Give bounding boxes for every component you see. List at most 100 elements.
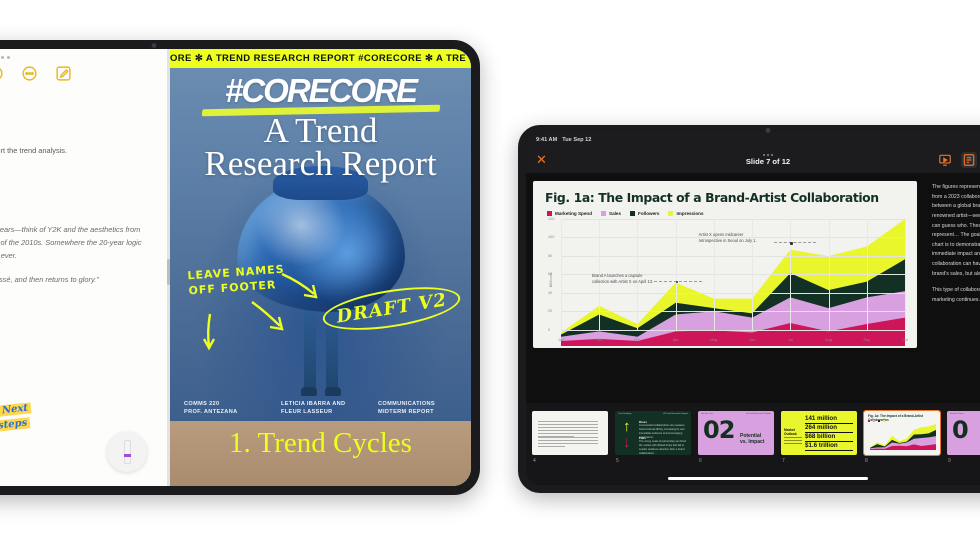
chart-annotation: Artist X opens midcareer retrospective i… — [698, 232, 757, 244]
ipad-keynote-screen: 9:41 AM Tue Sep 12 ✕ Slide 7 of 12 Fig. … — [526, 133, 980, 485]
magazine-title-line-2: Research Report — [204, 143, 437, 183]
slide-thumbnail[interactable] — [532, 411, 608, 455]
gridline — [561, 311, 905, 313]
thumbnail-cell[interactable]: Section Three 0 9 — [947, 411, 980, 464]
ipad-notes-screen: Presentation Notes Include concrete evid… — [0, 49, 471, 486]
pane-grabber[interactable] — [0, 49, 167, 61]
slide-thumbnail[interactable]: Section Three 0 — [947, 411, 980, 455]
highlighted-word: steps — [0, 417, 31, 432]
gridline — [561, 292, 905, 294]
magazine-layout-pane[interactable]: ORE ✻ A TREND RESEARCH REPORT #CORECORE … — [170, 49, 471, 486]
gridline-vertical — [675, 218, 677, 330]
annotation-leader-line — [774, 242, 816, 243]
gridline — [561, 329, 905, 331]
slide-thumbnail[interactable]: Market Outlook 141 million 264 million $6… — [781, 411, 857, 455]
markup-icon[interactable] — [0, 65, 4, 82]
legend-label: Sales — [609, 210, 622, 216]
highlighted-word: Next — [0, 402, 32, 417]
keynote-body: Fig. 1a: The Impact of a Brand-Artist Co… — [526, 173, 980, 403]
legend-item: Sales — [601, 210, 622, 216]
x-axis-tick: Feb — [595, 337, 603, 342]
arrow-up-icon: ↑ — [623, 418, 631, 435]
thumbnail-number: 5 — [616, 458, 619, 464]
x-axis-tick: Sep — [863, 337, 871, 342]
thumbnail-cell[interactable]: Core Findings A Trend Research Report ↑ ↓… — [615, 411, 691, 464]
legend-swatch — [547, 210, 552, 216]
current-slide: Fig. 1a: The Impact of a Brand-Artist Co… — [533, 181, 917, 348]
more-icon[interactable] — [21, 65, 38, 82]
legend-swatch — [601, 210, 607, 216]
y-axis-tick: 120 — [548, 216, 555, 221]
thumbnail-number: 8 — [865, 458, 868, 464]
arrow-icon — [251, 301, 284, 331]
x-axis-tick: Aug — [825, 337, 832, 342]
legend-item: Followers — [630, 210, 660, 216]
legend-label: Followers — [638, 210, 660, 216]
legend-item: Impressions — [668, 210, 704, 216]
note-question: Should we add next steps below? — [0, 298, 151, 312]
ipad-keynote-device: 9:41 AM Tue Sep 12 ✕ Slide 7 of 12 Fig. … — [518, 125, 980, 493]
slide-thumbnail[interactable]: Core Findings A Trend Research Report ↑ ↓… — [615, 411, 691, 455]
thumb-stat: $1.6 trillion — [805, 442, 853, 451]
annotation-marker — [790, 242, 793, 245]
status-time: 9:41 AM — [536, 136, 558, 143]
y-axis-tick: 80 — [548, 253, 553, 258]
y-axis-tick: 20 — [548, 309, 553, 314]
thumbnail-number: 6 — [699, 458, 702, 464]
note-paragraph: Include concrete evidence gathered to su… — [0, 146, 68, 155]
screenshot-stage: Presentation Notes Include concrete evid… — [0, 0, 980, 550]
chapter-title: 1. Trend Cycles — [229, 427, 412, 459]
front-camera — [765, 128, 771, 133]
compose-icon[interactable] — [55, 65, 72, 82]
thumb-header-left: Core Findings — [618, 413, 632, 415]
magazine-chapter-band: 1. Trend Cycles — [170, 421, 471, 486]
footer-course: COMMS 220 PROF. ANTEZANA — [184, 400, 238, 415]
legend-swatch — [630, 210, 636, 216]
legend-swatch — [668, 210, 674, 216]
thumb-big-number: 0 — [952, 416, 969, 444]
thumb-big-number: 02 — [703, 416, 735, 444]
footer-report: COMMUNICATIONS MIDTERM REPORT — [378, 400, 435, 415]
thumbnail-number: 9 — [948, 458, 951, 464]
magazine-cover: #CORECORE A Trend Research Report LEAVE … — [170, 68, 471, 421]
slide-thumbnail[interactable]: Section Two A Trend Research Report 02 Po… — [698, 411, 774, 455]
thumb-legend — [868, 420, 885, 422]
notes-toolbar — [0, 61, 167, 90]
y-axis-tick: 100 — [548, 235, 555, 240]
gridline-vertical — [905, 218, 906, 330]
slide-navigator[interactable]: 4 Core Findings A Trend Research Report ↑… — [526, 403, 980, 485]
more-dots-icon[interactable] — [526, 153, 980, 156]
thumb-stat: 141 million — [805, 415, 853, 424]
navigator-scrollbar[interactable] — [668, 477, 868, 480]
toolbar-actions — [938, 151, 980, 168]
thumbnail-cell[interactable]: 4 — [532, 411, 608, 464]
y-axis-tick: 0 — [548, 327, 551, 332]
y-axis-tick: 60 — [548, 272, 553, 277]
note-paragraph: Trend cycles return approximately every … — [0, 224, 142, 260]
thumbnail-cell[interactable]: Market Outlook 141 million 264 million $6… — [781, 411, 857, 464]
presenter-notes-panel[interactable]: The figures represent real data from a 2… — [924, 173, 980, 403]
keynote-toolbar: ✕ Slide 7 of 12 — [526, 146, 980, 173]
gridline-vertical — [866, 218, 868, 330]
thumb-chart-svg — [870, 424, 936, 450]
notes-content[interactable]: Include concrete evidence gathered to su… — [0, 111, 167, 486]
x-axis-tick: Mar — [634, 337, 641, 342]
slide-canvas[interactable]: Fig. 1a: The Impact of a Brand-Artist Co… — [526, 173, 924, 403]
slide-thumbnail-selected[interactable]: Fig. 1a: The Impact of a Brand-Artist Co… — [863, 410, 941, 456]
thumbnail-cell[interactable]: Section Two A Trend Research Report 02 Po… — [698, 411, 774, 464]
status-bar: 9:41 AM Tue Sep 12 — [526, 133, 980, 146]
magazine-ticker: ORE ✻ A TREND RESEARCH REPORT #CORECORE … — [170, 49, 471, 68]
legend-label: Impressions — [676, 210, 704, 216]
chart-legend: Marketing Spend Sales Followers Impressions — [547, 210, 905, 216]
x-axis-tick: Jun — [749, 337, 756, 342]
presenter-notes-icon[interactable] — [961, 151, 977, 168]
chart-title: Fig. 1a: The Impact of a Brand-Artist Co… — [545, 190, 879, 205]
thumbnail-cell[interactable]: Fig. 1a: The Impact of a Brand-Artist Co… — [863, 410, 941, 464]
gridline-vertical — [790, 218, 792, 330]
present-icon[interactable] — [938, 153, 952, 167]
markup-pen-button[interactable] — [107, 432, 147, 472]
thumb-stat: 264 million — [805, 424, 853, 433]
arrow-down-icon: ↓ — [623, 434, 631, 451]
note-question: Should we add next steps below? — [0, 169, 151, 183]
gridline — [561, 255, 905, 257]
